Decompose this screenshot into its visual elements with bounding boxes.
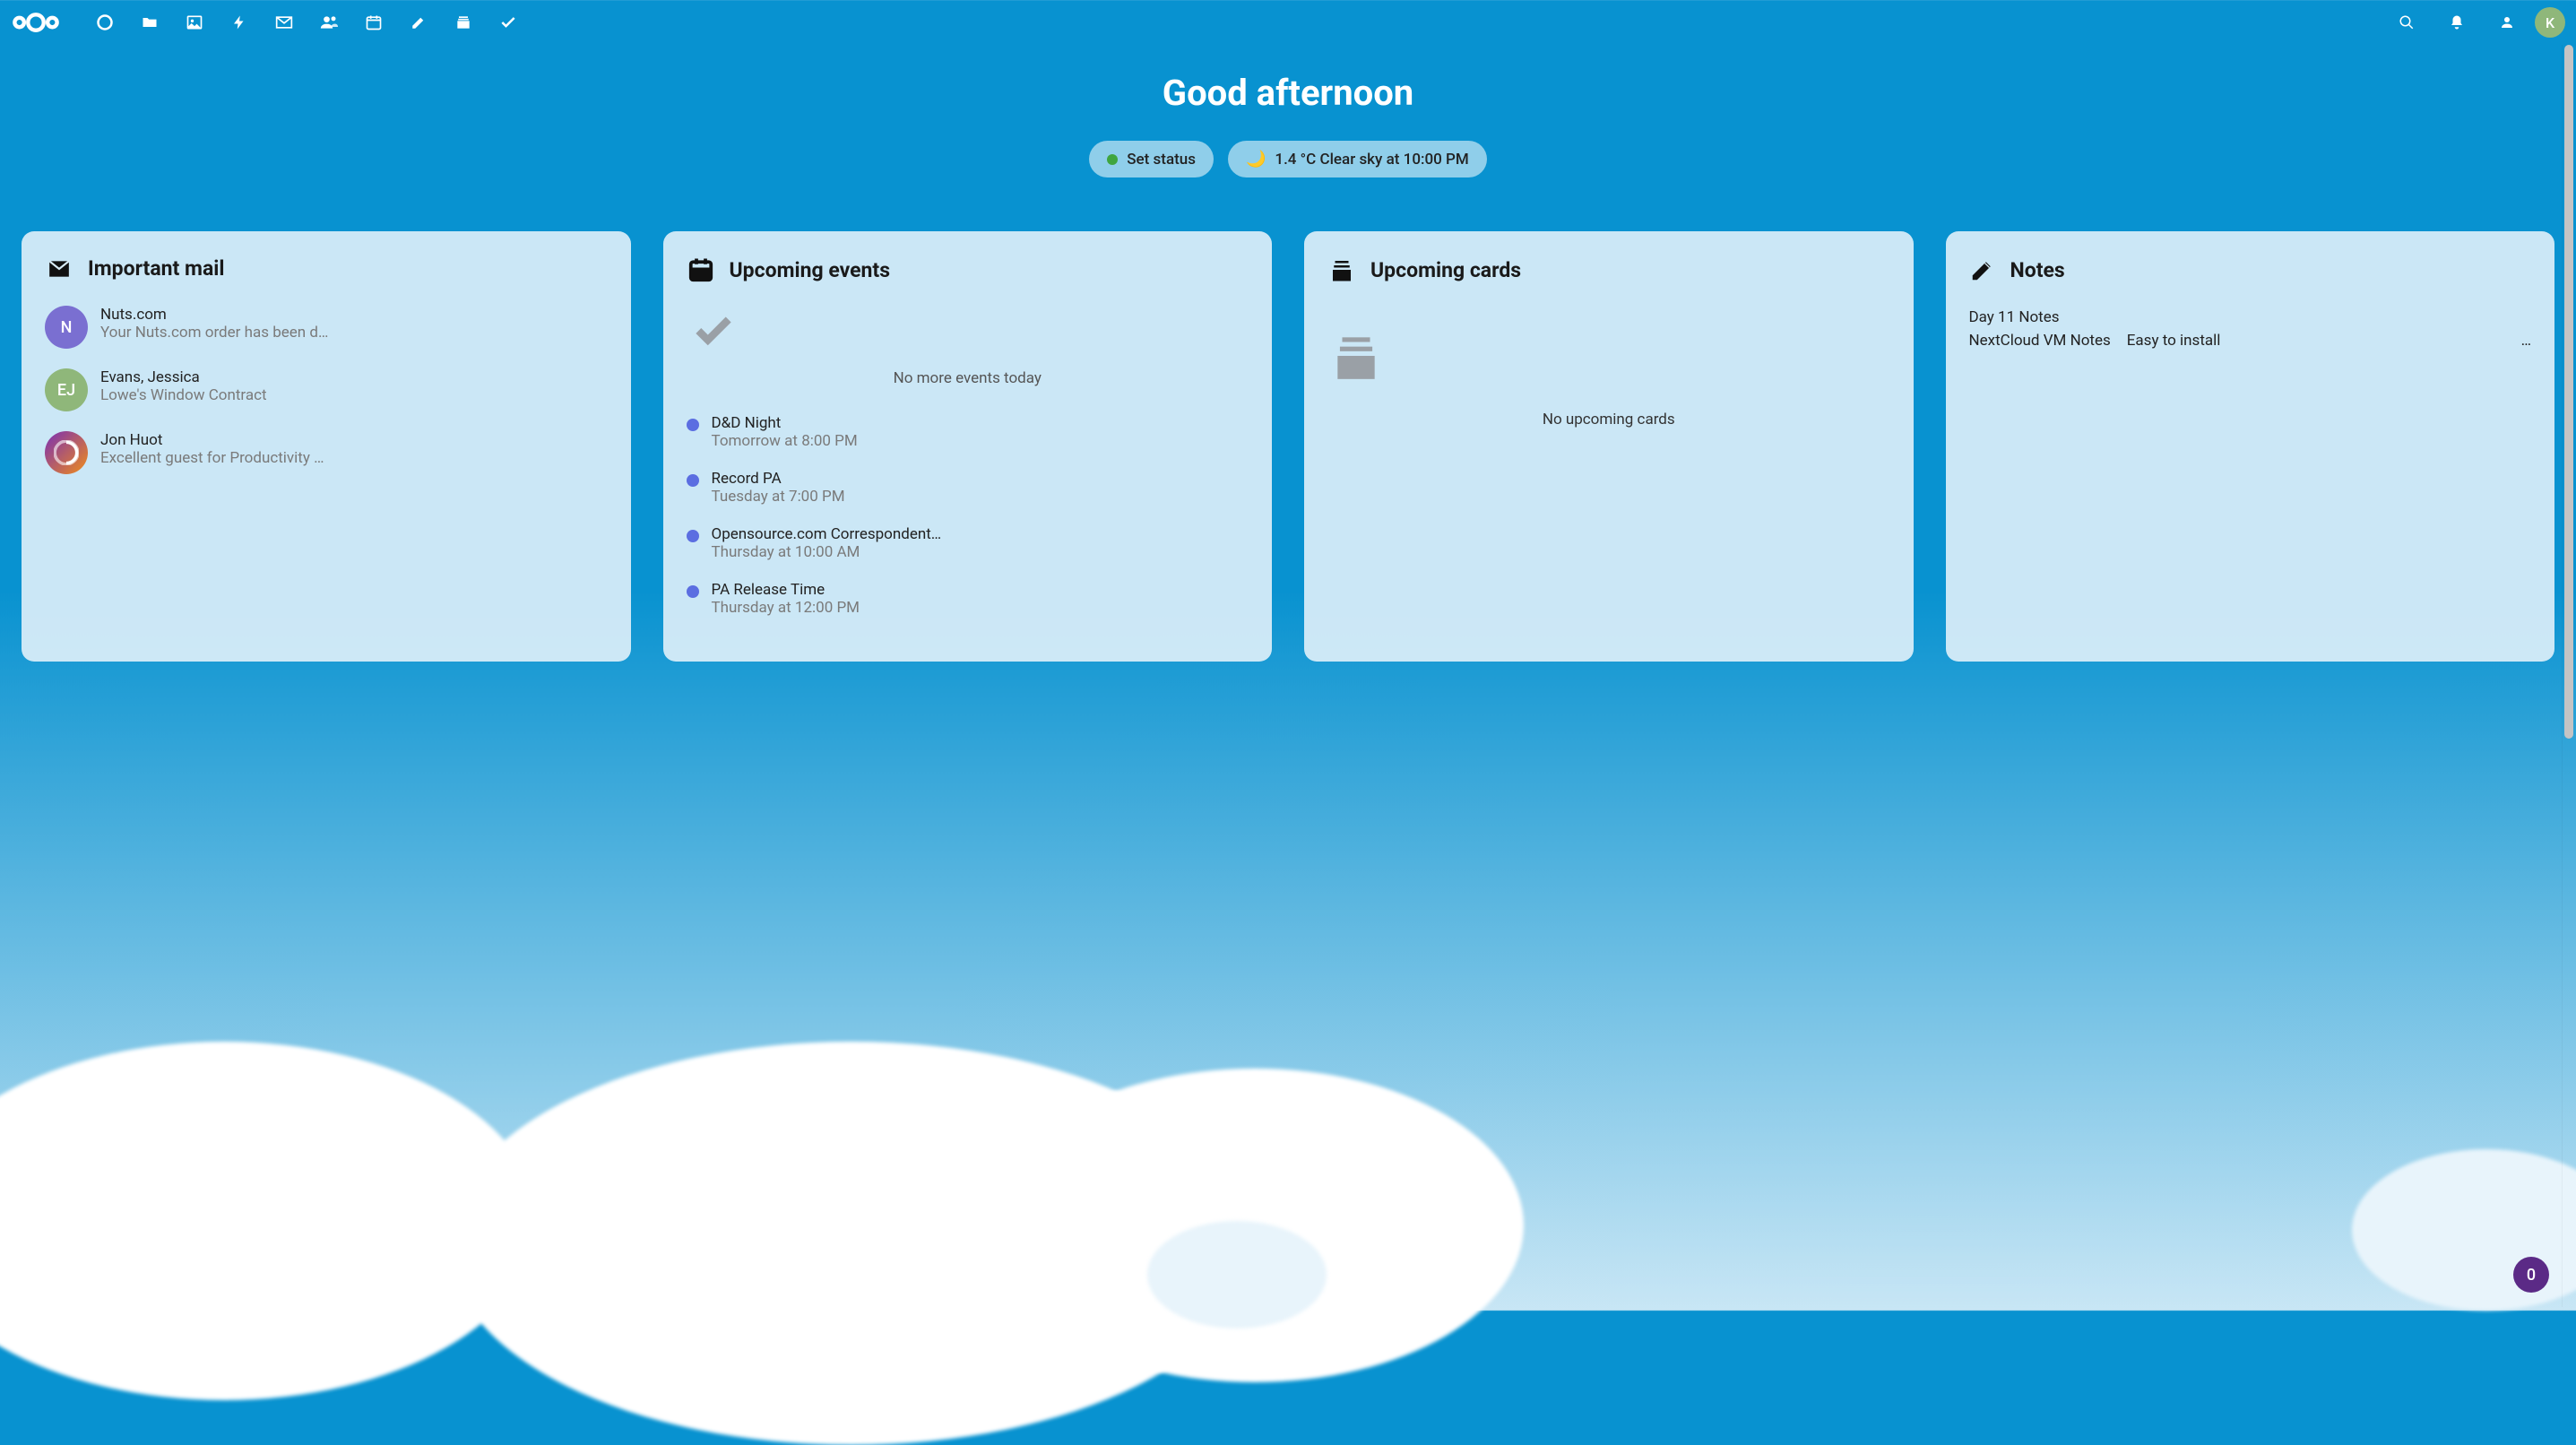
event-item[interactable]: D&D Night Tomorrow at 8:00 PM bbox=[687, 414, 1249, 450]
contacts-menu-icon[interactable] bbox=[2485, 0, 2529, 45]
mail-item[interactable]: N Nuts.com Your Nuts.com order has been … bbox=[45, 306, 608, 349]
widget-important-mail: Important mail N Nuts.com Your Nuts.com … bbox=[22, 231, 631, 662]
note-item-row[interactable]: NextCloud VM Notes Easy to install … bbox=[1969, 332, 2532, 350]
set-status-button[interactable]: Set status bbox=[1089, 141, 1214, 177]
mail-from: Evans, Jessica bbox=[100, 368, 267, 386]
event-item[interactable]: Record PA Tuesday at 7:00 PM bbox=[687, 470, 1249, 506]
calendar-icon bbox=[687, 256, 715, 283]
widget-notes: Notes Day 11 Notes NextCloud VM Notes Ea… bbox=[1946, 231, 2555, 662]
set-status-label: Set status bbox=[1127, 151, 1196, 169]
event-item[interactable]: PA Release Time Thursday at 12:00 PM bbox=[687, 581, 1249, 617]
mail-avatar: EJ bbox=[45, 368, 88, 411]
deck-icon bbox=[1327, 256, 1356, 283]
search-icon[interactable] bbox=[2384, 0, 2429, 45]
event-time: Thursday at 12:00 PM bbox=[712, 599, 860, 617]
event-title: Opensource.com Correspondent Me… bbox=[712, 525, 945, 543]
deck-empty-icon bbox=[1327, 328, 1890, 384]
calendar-app-icon[interactable] bbox=[351, 0, 396, 45]
activity-app-icon[interactable] bbox=[217, 0, 262, 45]
user-avatar[interactable]: K bbox=[2535, 7, 2565, 38]
nextcloud-logo[interactable] bbox=[11, 10, 61, 35]
mail-from: Jon Huot bbox=[100, 431, 324, 449]
top-navbar: K bbox=[0, 0, 2576, 45]
check-icon bbox=[687, 308, 1249, 353]
photos-app-icon[interactable] bbox=[172, 0, 217, 45]
weather-label: 1.4 °C Clear sky at 10:00 PM bbox=[1275, 151, 1468, 169]
widget-upcoming-events: Upcoming events No more events today D&D… bbox=[663, 231, 1273, 662]
deck-app-icon[interactable] bbox=[441, 0, 486, 45]
mail-icon bbox=[45, 257, 73, 281]
event-item[interactable]: Opensource.com Correspondent Me… Thursda… bbox=[687, 525, 1249, 561]
mail-subject: Lowe's Window Contract bbox=[100, 386, 267, 404]
event-title: Record PA bbox=[712, 470, 845, 488]
mail-item[interactable]: EJ Evans, Jessica Lowe's Window Contract bbox=[45, 368, 608, 411]
widget-title: Important mail bbox=[88, 256, 224, 281]
mail-from: Nuts.com bbox=[100, 306, 328, 324]
widget-upcoming-cards: Upcoming cards No upcoming cards bbox=[1304, 231, 1914, 662]
background-clouds bbox=[0, 952, 2576, 1400]
note-item[interactable]: Day 11 Notes bbox=[1969, 308, 2532, 326]
moon-icon: 🌙 bbox=[1246, 150, 1266, 169]
note-title: NextCloud VM Notes bbox=[1969, 332, 2111, 350]
mail-item[interactable]: Jon Huot Excellent guest for Productivit… bbox=[45, 431, 608, 474]
dashboard-app-icon[interactable] bbox=[82, 0, 127, 45]
talk-fab-button[interactable]: 0 bbox=[2513, 1257, 2549, 1293]
widget-title: Upcoming events bbox=[730, 258, 891, 282]
weather-button[interactable]: 🌙 1.4 °C Clear sky at 10:00 PM bbox=[1228, 141, 1487, 177]
event-color-dot bbox=[687, 419, 699, 431]
note-more: … bbox=[2521, 332, 2531, 350]
notifications-icon[interactable] bbox=[2434, 0, 2479, 45]
widget-title: Upcoming cards bbox=[1370, 258, 1521, 282]
contacts-app-icon[interactable] bbox=[307, 0, 351, 45]
event-color-dot bbox=[687, 530, 699, 542]
tasks-app-icon[interactable] bbox=[486, 0, 531, 45]
mail-app-icon[interactable] bbox=[262, 0, 307, 45]
greeting-title: Good afternoon bbox=[0, 72, 2576, 114]
event-title: D&D Night bbox=[712, 414, 858, 432]
events-empty-text: No more events today bbox=[687, 369, 1249, 387]
widget-title: Notes bbox=[2010, 258, 2065, 282]
files-app-icon[interactable] bbox=[127, 0, 172, 45]
cards-empty-text: No upcoming cards bbox=[1327, 411, 1890, 428]
event-color-dot bbox=[687, 585, 699, 598]
mail-subject: Excellent guest for Productivity … bbox=[100, 449, 324, 467]
status-online-dot bbox=[1107, 154, 1118, 165]
mail-avatar bbox=[45, 431, 88, 474]
event-time: Tuesday at 7:00 PM bbox=[712, 488, 845, 506]
mail-subject: Your Nuts.com order has been d… bbox=[100, 324, 328, 342]
notes-app-icon[interactable] bbox=[396, 0, 441, 45]
mail-avatar: N bbox=[45, 306, 88, 349]
pencil-icon bbox=[1969, 256, 1996, 283]
event-time: Thursday at 10:00 AM bbox=[712, 543, 945, 561]
events-empty-today: No more events today bbox=[687, 308, 1249, 387]
event-title: PA Release Time bbox=[712, 581, 860, 599]
note-title: Easy to install bbox=[2127, 332, 2221, 350]
event-time: Tomorrow at 8:00 PM bbox=[712, 432, 858, 450]
event-color-dot bbox=[687, 474, 699, 487]
